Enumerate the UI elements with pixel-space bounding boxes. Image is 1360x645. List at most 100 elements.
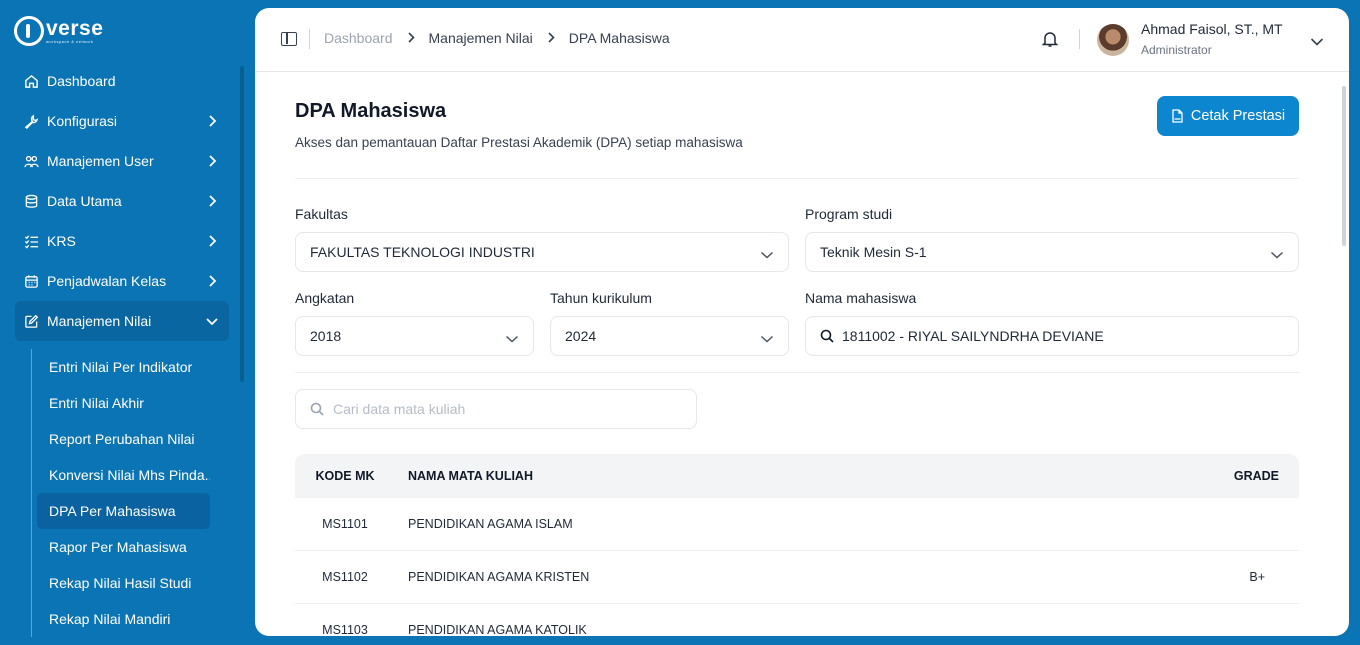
divider <box>309 29 310 49</box>
chevron-right-icon <box>205 234 219 248</box>
chevron-right-icon <box>407 31 415 46</box>
sidebar-item-konfigurasi[interactable]: Konfigurasi <box>15 101 229 141</box>
user-name[interactable]: Ahmad Faisol, ST., MT <box>1141 21 1283 37</box>
sidebar-item-label: Penjadwalan Kelas <box>47 273 167 289</box>
column-header-kode: KODE MK <box>315 469 375 483</box>
avatar[interactable] <box>1097 24 1129 56</box>
cell-kode: MS1103 <box>322 623 368 636</box>
chevron-right-icon <box>547 31 555 46</box>
chevron-down-icon <box>205 314 219 328</box>
print-achievement-button[interactable]: Cetak Prestasi <box>1157 96 1299 136</box>
main-panel: Dashboard Manajemen Nilai DPA Mahasiswa … <box>255 8 1349 636</box>
tahun-kurikulum-value: 2024 <box>565 328 597 344</box>
sidebar-item-dashboard[interactable]: Dashboard <box>15 61 229 101</box>
search-icon <box>310 402 324 416</box>
sidebar-subitem-rekap-nilai-mandiri[interactable]: Rekap Nilai Mandiri <box>37 601 210 637</box>
sidebar-subnav-manajemen-nilai: Entri Nilai Per Indikator Entri Nilai Ak… <box>31 349 221 637</box>
sidebar-subitem-entri-nilai-akhir[interactable]: Entri Nilai Akhir <box>37 385 210 421</box>
sidebar-item-manajemen-nilai[interactable]: Manajemen Nilai <box>15 301 229 341</box>
sidebar-item-label: Konfigurasi <box>47 113 118 129</box>
divider <box>295 178 1299 179</box>
sidebar-subitem-report-perubahan-nilai[interactable]: Report Perubahan Nilai <box>37 421 210 457</box>
chevron-right-icon <box>205 114 219 128</box>
sidebar-item-label: Manajemen Nilai <box>47 313 152 329</box>
sidebar-item-label: Data Utama <box>47 193 122 209</box>
sidebar-toggle-icon[interactable] <box>281 32 297 46</box>
breadcrumb-manajemen-nilai[interactable]: Manajemen Nilai <box>429 30 533 46</box>
page-description: Akses dan pemantauan Daftar Prestasi Aka… <box>295 135 743 150</box>
student-search-field[interactable]: 1811002 - RIYAL SAILYNDRHA DEVIANE <box>805 316 1299 356</box>
top-bar: Dashboard Manajemen Nilai DPA Mahasiswa … <box>255 8 1349 72</box>
table-header: KODE MK NAMA MATA KULIAH GRADE <box>295 454 1299 498</box>
sidebar: verse workspace & network Dashboard Konf… <box>0 0 255 645</box>
sidebar-nav: Dashboard Konfigurasi Manajemen User Dat… <box>15 61 229 341</box>
fakultas-value: FAKULTAS TEKNOLOGI INDUSTRI <box>310 244 535 260</box>
pdf-file-icon <box>1171 109 1184 123</box>
chevron-down-icon[interactable] <box>1310 34 1324 46</box>
program-studi-value: Teknik Mesin S-1 <box>820 244 927 260</box>
breadcrumb-dashboard[interactable]: Dashboard <box>324 30 393 46</box>
chevron-down-icon <box>1270 247 1284 259</box>
bell-icon[interactable] <box>1041 30 1059 48</box>
users-icon <box>23 153 39 169</box>
sidebar-item-krs[interactable]: KRS <box>15 221 229 261</box>
course-search-input[interactable] <box>333 401 673 417</box>
page-title: DPA Mahasiswa <box>295 100 447 122</box>
brand-tagline: workspace & network <box>46 39 94 44</box>
divider <box>295 372 1299 373</box>
program-studi-label: Program studi <box>805 206 893 222</box>
sidebar-item-penjadwalan-kelas[interactable]: Penjadwalan Kelas <box>15 261 229 301</box>
wrench-icon <box>23 113 39 129</box>
course-search-field[interactable] <box>295 389 697 429</box>
column-header-nama: NAMA MATA KULIAH <box>408 469 533 483</box>
calendar-icon <box>23 273 39 289</box>
sidebar-subitem-dpa-per-mahasiswa[interactable]: DPA Per Mahasiswa <box>37 493 210 529</box>
cell-nama: PENDIDIKAN AGAMA KATOLIK <box>408 623 587 636</box>
angkatan-select[interactable]: 2018 <box>295 316 534 356</box>
chevron-down-icon <box>505 331 519 343</box>
sidebar-item-data-utama[interactable]: Data Utama <box>15 181 229 221</box>
chevron-down-icon <box>760 247 774 259</box>
cell-kode: MS1102 <box>322 570 368 584</box>
table-row[interactable]: MS1102 PENDIDIKAN AGAMA KRISTEN B+ <box>295 551 1299 604</box>
logo-mark-icon <box>14 16 44 46</box>
sidebar-item-manajemen-user[interactable]: Manajemen User <box>15 141 229 181</box>
student-value: 1811002 - RIYAL SAILYNDRHA DEVIANE <box>842 328 1104 344</box>
tahun-kurikulum-select[interactable]: 2024 <box>550 316 789 356</box>
cell-kode: MS1101 <box>322 517 368 531</box>
chevron-right-icon <box>205 154 219 168</box>
fakultas-label: Fakultas <box>295 206 348 222</box>
breadcrumb-current: DPA Mahasiswa <box>568 30 670 46</box>
nama-mahasiswa-label: Nama mahasiswa <box>805 290 917 306</box>
sidebar-subitem-konversi-nilai[interactable]: Konversi Nilai Mhs Pinda... <box>37 457 210 493</box>
brand-name: verse <box>46 17 104 40</box>
program-studi-select[interactable]: Teknik Mesin S-1 <box>805 232 1299 272</box>
sidebar-scrollbar[interactable] <box>240 66 244 382</box>
cell-nama: PENDIDIKAN AGAMA ISLAM <box>408 517 573 531</box>
angkatan-value: 2018 <box>310 328 342 344</box>
cell-nama: PENDIDIKAN AGAMA KRISTEN <box>408 570 590 584</box>
fakultas-select[interactable]: FAKULTAS TEKNOLOGI INDUSTRI <box>295 232 789 272</box>
cell-grade: B+ <box>1249 570 1265 584</box>
course-grades-table: KODE MK NAMA MATA KULIAH GRADE MS1101 PE… <box>295 454 1299 636</box>
search-icon <box>820 329 834 343</box>
column-header-grade: GRADE <box>1233 469 1279 483</box>
sidebar-subitem-rapor-per-mahasiswa[interactable]: Rapor Per Mahasiswa <box>37 529 210 565</box>
list-check-icon <box>23 233 39 249</box>
sidebar-item-label: Dashboard <box>47 73 116 89</box>
divider <box>1079 29 1080 49</box>
angkatan-label: Angkatan <box>295 290 355 306</box>
sidebar-item-label: KRS <box>47 233 76 249</box>
chevron-right-icon <box>205 274 219 288</box>
brand-logo[interactable]: verse workspace & network <box>14 14 103 48</box>
home-icon <box>23 73 39 89</box>
print-button-label: Cetak Prestasi <box>1190 108 1286 124</box>
sidebar-subitem-entri-nilai-per-indikator[interactable]: Entri Nilai Per Indikator <box>37 349 210 385</box>
table-row[interactable]: MS1101 PENDIDIKAN AGAMA ISLAM <box>295 498 1299 551</box>
table-row[interactable]: MS1103 PENDIDIKAN AGAMA KATOLIK <box>295 604 1299 636</box>
edit-icon <box>23 313 39 329</box>
chevron-right-icon <box>205 194 219 208</box>
main-scrollbar[interactable] <box>1342 86 1346 246</box>
tahun-kurikulum-label: Tahun kurikulum <box>550 290 652 306</box>
sidebar-subitem-rekap-nilai-hasil-studi[interactable]: Rekap Nilai Hasil Studi <box>37 565 210 601</box>
